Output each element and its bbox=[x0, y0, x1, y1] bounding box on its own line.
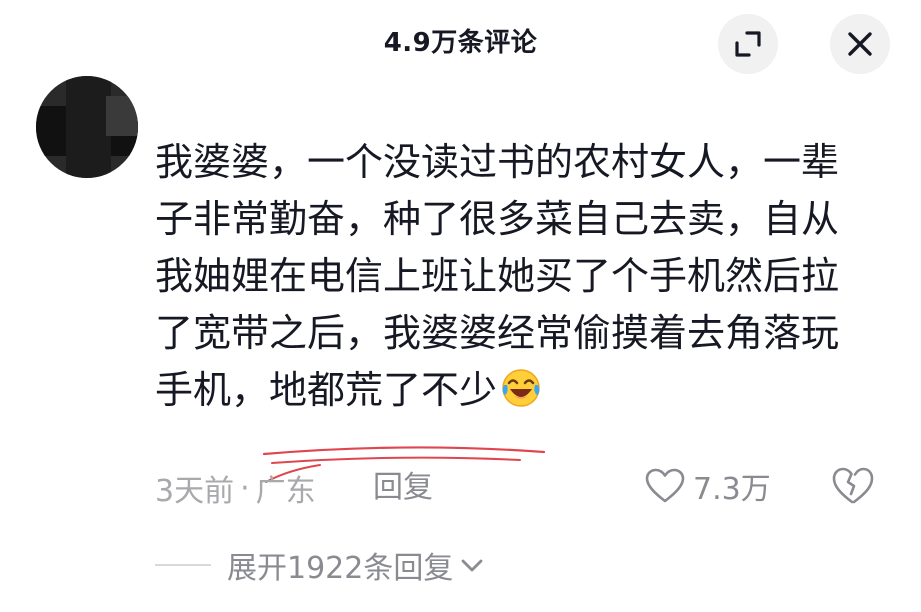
chevron-down-icon bbox=[461, 559, 483, 572]
expand-replies-label: 展开1922条回复 bbox=[227, 551, 454, 586]
comment-line: 我妯娌在电信上班让她买了个手机然后拉 bbox=[155, 254, 840, 298]
heart-icon bbox=[645, 468, 685, 503]
expand-icon bbox=[735, 31, 761, 57]
meta-separator: · bbox=[240, 470, 250, 506]
reply-button[interactable]: 回复 bbox=[373, 470, 433, 506]
like-count: 7.3万 bbox=[693, 472, 771, 507]
comment-time: 3天前 bbox=[155, 474, 235, 509]
avatar-mosaic bbox=[66, 76, 111, 178]
comment-line: 子非常勤奋，种了很多菜自己去卖，自从 bbox=[155, 197, 840, 241]
comment-line: 我婆婆，一个没读过书的农村女人，一辈 bbox=[155, 140, 840, 184]
comments-count-title: 4.9万条评论 bbox=[383, 28, 538, 58]
comment-line: 了宽带之后，我婆婆经常偷摸着去角落玩 bbox=[155, 311, 840, 355]
comment-line-prefix: 手机， bbox=[155, 368, 270, 412]
avatar-mosaic bbox=[106, 96, 138, 136]
avatar[interactable] bbox=[36, 76, 138, 178]
divider-line bbox=[155, 564, 211, 566]
comment-meta: 3天前 · 广东 bbox=[155, 470, 316, 510]
comment-highlight: 地都荒了不少 bbox=[269, 368, 498, 412]
close-button[interactable] bbox=[830, 14, 890, 74]
like-button[interactable]: 7.3万 bbox=[645, 466, 771, 507]
comment-body: 我婆婆，一个没读过书的农村女人，一辈 子非常勤奋，种了很多菜自己去卖，自从 我妯… bbox=[155, 134, 855, 419]
expand-fullscreen-button[interactable] bbox=[718, 14, 778, 74]
comment-location: 广东 bbox=[255, 474, 316, 509]
expand-replies-button[interactable]: 展开1922条回复 bbox=[155, 545, 485, 586]
laughing-crying-emoji-icon bbox=[502, 369, 540, 407]
close-icon bbox=[848, 32, 872, 56]
broken-heart-icon[interactable] bbox=[832, 466, 874, 506]
